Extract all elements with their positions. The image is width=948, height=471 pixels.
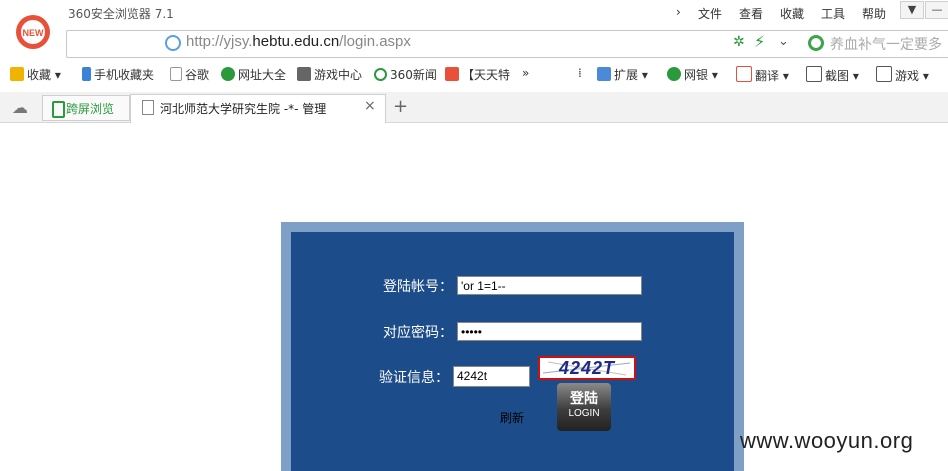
phone-sync-icon — [52, 101, 65, 118]
toolbar-screenshot[interactable]: 截图 ▾ — [806, 66, 859, 84]
new-tab-button[interactable]: + — [393, 96, 408, 117]
menu-help[interactable]: 帮助 — [862, 5, 886, 22]
site-nav-icon — [221, 67, 235, 81]
login-panel — [291, 232, 734, 471]
bookmark-google[interactable]: 谷歌 — [170, 66, 209, 83]
toolbar-games[interactable]: 游戏 ▾ — [876, 66, 929, 84]
captcha-text: 4242T — [558, 358, 616, 378]
watermark: www.wooyun.org — [740, 428, 914, 453]
captcha-image[interactable]: 4242T — [538, 356, 636, 380]
search-engine-icon[interactable] — [808, 35, 824, 51]
bank-shield-icon — [667, 67, 681, 81]
tab-title: 河北师范大学研究生院 -*- 管理 — [160, 102, 327, 116]
bookmark-more[interactable]: » — [522, 66, 529, 80]
captcha-label: 验证信息： — [379, 370, 449, 386]
bookmark-hao360[interactable]: 网址大全 — [221, 66, 286, 83]
bookmark-games[interactable]: 游戏中心 — [297, 66, 362, 83]
app-title: 360安全浏览器 7.1 — [68, 7, 174, 21]
bookmark-favorites[interactable]: 收藏 ▾ — [10, 66, 61, 83]
password-label: 对应密码： — [383, 325, 453, 341]
toolbar-extensions[interactable]: 扩展 ▾ — [597, 66, 648, 83]
menu-view[interactable]: 查看 — [739, 5, 763, 22]
tab-close-icon[interactable]: × — [364, 98, 376, 114]
cross-screen-label: 跨屏浏览 — [66, 102, 115, 116]
scissors-icon — [806, 66, 822, 82]
captcha-input[interactable]: 4242t — [453, 366, 530, 387]
toolbar-translate[interactable]: 翻译 ▾ — [736, 66, 789, 84]
translate-icon — [736, 66, 752, 82]
minimize-button[interactable]: — — [925, 1, 948, 19]
url-text[interactable]: http://yjsy.hebtu.edu.cn/login.aspx — [186, 33, 411, 50]
bookmark-separator: ⁞ — [578, 66, 582, 80]
refresh-captcha-link[interactable]: 刷新 — [500, 409, 524, 426]
browser-logo-icon: NEW — [16, 15, 50, 49]
page-icon — [142, 100, 154, 115]
refresh-accelerate-icon[interactable]: ✲ — [733, 34, 745, 50]
site-security-icon[interactable] — [165, 35, 181, 51]
login-button-cn: 登陆 — [570, 391, 598, 407]
page-icon — [170, 67, 182, 81]
gamepad-icon — [297, 67, 311, 81]
bookmark-mobile[interactable]: 手机收藏夹 — [82, 66, 154, 83]
toolbar-ebank[interactable]: 网银 ▾ — [667, 66, 718, 83]
menu-tools[interactable]: 工具 — [821, 5, 845, 22]
menu-more-chevron-icon[interactable]: › — [676, 5, 681, 19]
game-icon — [876, 66, 892, 82]
account-label: 登陆帐号： — [383, 279, 453, 295]
taobao-icon — [445, 67, 459, 81]
phone-icon — [82, 67, 91, 81]
menu-file[interactable]: 文件 — [698, 5, 722, 22]
skin-icon[interactable]: ▼ — [900, 1, 924, 19]
speed-mode-icon[interactable]: ⚡ — [754, 32, 765, 51]
search-input[interactable]: 养血补气一定要多 — [830, 34, 942, 54]
chevron-down-icon[interactable]: ⌄ — [778, 34, 789, 49]
login-button-en: LOGIN — [568, 408, 600, 419]
logo-text: NEW — [23, 28, 45, 38]
cloud-icon[interactable]: ☁ — [12, 98, 28, 117]
extensions-icon — [597, 67, 611, 81]
account-input[interactable]: 'or 1=1-- — [457, 276, 642, 295]
news-icon — [374, 68, 387, 81]
bookmark-360news[interactable]: 360新闻 — [374, 66, 437, 83]
login-button[interactable]: 登陆 LOGIN — [557, 383, 611, 431]
menu-favorites[interactable]: 收藏 — [780, 5, 804, 22]
star-icon — [10, 67, 24, 81]
bookmark-tiantian[interactable]: 【天天特 — [445, 66, 510, 83]
password-input[interactable]: ••••• — [457, 322, 642, 341]
